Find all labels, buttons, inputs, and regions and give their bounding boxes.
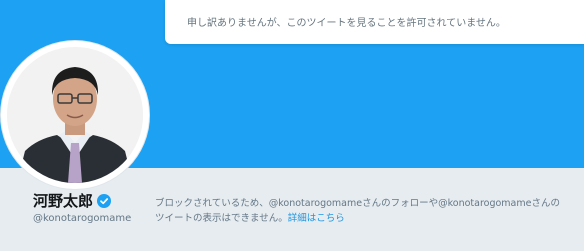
notice-panel: 申し訳ありませんが、このツイートを見ることを許可されていません。 — [165, 0, 584, 44]
verified-badge-icon — [97, 193, 112, 208]
blocked-message-line1: ブロックされているため、@konotarogomameさんのフォローや@kono… — [155, 198, 560, 209]
learn-more-link[interactable]: 詳細はこちら — [288, 213, 345, 224]
profile-name-row: 河野太郎 — [33, 190, 112, 211]
avatar-photo — [7, 47, 143, 183]
blocked-message-text: ツイートの表示はできません。 — [155, 213, 288, 224]
profile-name[interactable]: 河野太郎 — [33, 190, 93, 211]
blocked-message: ブロックされているため、@konotarogomameさんのフォローや@kono… — [155, 196, 575, 226]
notice-text: 申し訳ありませんが、このツイートを見ることを許可されていません。 — [187, 18, 506, 29]
profile-handle[interactable]: @konotarogomame — [33, 213, 131, 224]
avatar[interactable] — [1, 41, 149, 189]
blocked-message-line2: ツイートの表示はできません。詳細はこちら — [155, 211, 575, 226]
user-avatar-photo-icon — [7, 47, 143, 183]
